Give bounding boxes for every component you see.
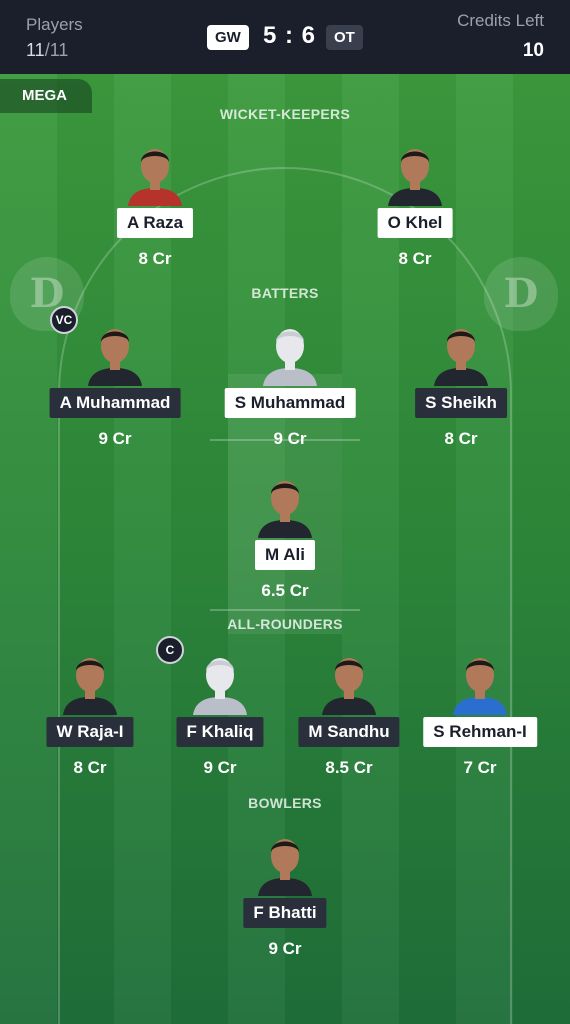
player-card-bat1[interactable]: A Muhammad 9 Cr [45, 316, 185, 466]
player-name: S Rehman-I [423, 717, 537, 747]
players-count: 11/11 [26, 40, 68, 61]
vice-captain-badge: VC [50, 306, 78, 334]
player-name: F Khaliq [176, 717, 264, 747]
player-name: M Ali [255, 540, 315, 570]
player-card-wk2[interactable]: O Khel 8 Cr [345, 136, 485, 286]
player-photo [380, 136, 450, 206]
player-photo [445, 645, 515, 715]
player-credits: 9 Cr [98, 429, 132, 448]
player-credits: 8.5 Cr [325, 758, 373, 777]
player-photo [250, 468, 320, 538]
player-credits: 8 Cr [73, 758, 107, 777]
player-card-wk1[interactable]: A Raza 8 Cr [85, 136, 225, 286]
player-name: O Khel [377, 208, 453, 238]
player-name: A Muhammad [49, 388, 181, 418]
team-split-score: 5 : 6 [263, 22, 317, 49]
team-left-badge: GW [207, 25, 249, 50]
players-selected: 11 [26, 40, 45, 60]
team-preview-header: Players 11/11 GW 5 : 6 OT Credits Left 1… [0, 0, 570, 74]
player-photo [80, 316, 150, 386]
player-name: S Muhammad [224, 388, 356, 418]
player-photo [120, 136, 190, 206]
section-batters: BATTERS [251, 285, 319, 301]
player-name: A Raza [116, 208, 194, 238]
player-name: W Raja-I [46, 717, 134, 747]
player-photo [55, 645, 125, 715]
section-bowlers: BOWLERS [248, 795, 322, 811]
player-card-bowl1[interactable]: F Bhatti 9 Cr [215, 826, 355, 976]
players-label: Players [26, 15, 83, 34]
players-total: /11 [44, 40, 69, 60]
player-card-ar1[interactable]: W Raja-I 8 Cr [20, 645, 160, 795]
credits-left-value: 10 [522, 40, 544, 61]
player-photo [255, 316, 325, 386]
player-credits: 8 Cr [444, 429, 478, 448]
player-photo [250, 826, 320, 896]
player-name: F Bhatti [243, 898, 327, 928]
player-credits: 8 Cr [138, 249, 172, 268]
player-card-ar4[interactable]: S Rehman-I 7 Cr [410, 645, 550, 795]
section-wicket-keepers: WICKET-KEEPERS [219, 106, 351, 122]
team-right-badge: OT [326, 25, 363, 50]
player-credits: 8 Cr [398, 249, 432, 268]
player-card-bat3[interactable]: S Sheikh 8 Cr [391, 316, 531, 466]
player-card-bat2[interactable]: S Muhammad 9 Cr [220, 316, 360, 466]
credits-left-label: Credits Left [457, 11, 544, 30]
player-card-bat4[interactable]: M Ali 6.5 Cr [215, 468, 355, 618]
player-card-ar3[interactable]: M Sandhu 8.5 Cr [279, 645, 419, 795]
player-card-ar2[interactable]: F Khaliq 9 Cr [150, 645, 290, 795]
player-photo [426, 316, 496, 386]
player-photo [314, 645, 384, 715]
player-name: M Sandhu [298, 717, 400, 747]
player-credits: 9 Cr [273, 429, 307, 448]
player-name: S Sheikh [415, 388, 507, 418]
player-credits: 6.5 Cr [261, 581, 309, 600]
player-photo [185, 645, 255, 715]
player-credits: 9 Cr [203, 758, 237, 777]
player-credits: 7 Cr [463, 758, 497, 777]
player-credits: 9 Cr [268, 939, 302, 958]
section-all-rounders: ALL-ROUNDERS [227, 616, 343, 632]
